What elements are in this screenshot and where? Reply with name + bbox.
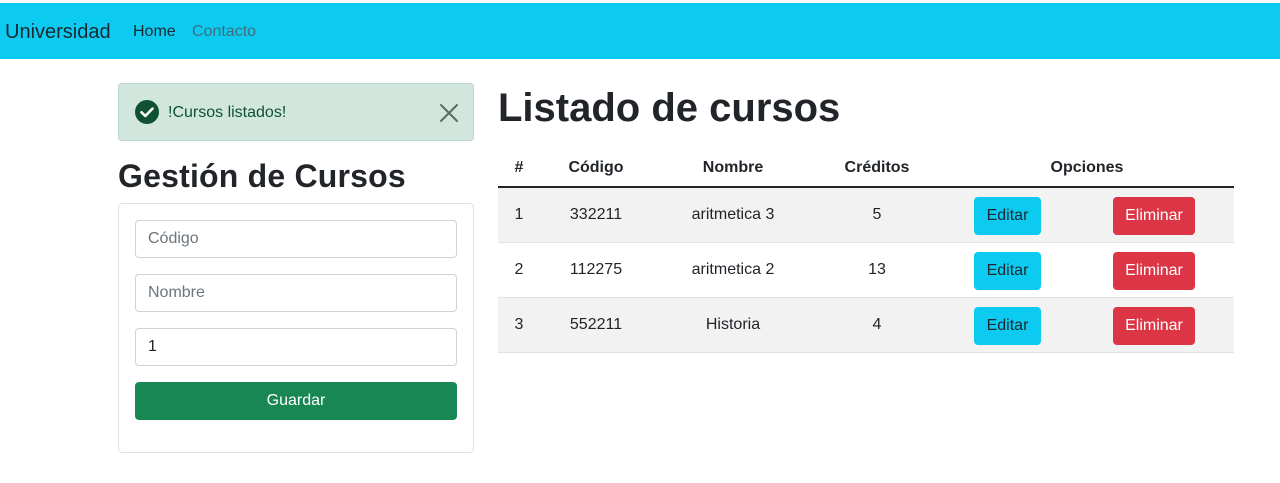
courses-table: # Código Nombre Créditos Opciones 1 3322… <box>498 148 1234 353</box>
nombre-input[interactable] <box>135 274 457 312</box>
editar-button[interactable]: Editar <box>974 307 1041 345</box>
form-title: Gestión de Cursos <box>118 158 406 194</box>
eliminar-button[interactable]: Eliminar <box>1113 307 1195 345</box>
table-row: 2 112275 aritmetica 2 13 Editar Eliminar <box>498 243 1234 298</box>
cell-num: 1 <box>514 206 524 223</box>
navbar-brand[interactable]: Universidad <box>5 21 111 44</box>
cell-nombre: aritmetica 3 <box>691 206 775 223</box>
list-title: Listado de cursos <box>498 86 841 130</box>
editar-button[interactable]: Editar <box>974 197 1041 235</box>
cell-nombre: Historia <box>705 316 761 333</box>
header-creditos: Créditos <box>844 159 910 176</box>
cell-creditos: 4 <box>872 316 882 333</box>
course-form-card: Guardar <box>118 203 474 453</box>
cell-codigo: 552211 <box>569 316 623 333</box>
success-alert: !Cursos listados! <box>118 83 474 141</box>
header-nombre: Nombre <box>702 159 764 176</box>
editar-button[interactable]: Editar <box>974 252 1041 290</box>
table-header: # Código Nombre Créditos Opciones <box>498 148 1234 188</box>
cell-creditos: 5 <box>872 206 882 223</box>
header-opciones: Opciones <box>1050 159 1124 176</box>
cell-num: 3 <box>514 316 524 333</box>
close-icon[interactable] <box>437 101 461 125</box>
eliminar-button[interactable]: Eliminar <box>1113 252 1195 290</box>
cell-codigo: 112275 <box>569 261 623 278</box>
guardar-button[interactable]: Guardar <box>135 382 457 420</box>
eliminar-button[interactable]: Eliminar <box>1113 197 1195 235</box>
codigo-input[interactable] <box>135 220 457 258</box>
alert-message: !Cursos listados! <box>168 104 287 121</box>
cell-codigo: 332211 <box>569 206 623 223</box>
table-row: 1 332211 aritmetica 3 5 Editar Eliminar <box>498 188 1234 243</box>
navbar: Universidad Home Contacto <box>0 3 1280 59</box>
cell-num: 2 <box>514 261 524 278</box>
table-row: 3 552211 Historia 4 Editar Eliminar <box>498 298 1234 353</box>
check-circle-icon <box>135 100 159 124</box>
creditos-input[interactable] <box>135 328 457 366</box>
header-codigo: Código <box>568 159 624 176</box>
cell-creditos: 13 <box>868 261 886 278</box>
header-num: # <box>514 159 524 176</box>
cell-nombre: aritmetica 2 <box>691 261 775 278</box>
nav-link-home[interactable]: Home <box>133 23 176 41</box>
nav-link-contacto[interactable]: Contacto <box>192 23 256 41</box>
